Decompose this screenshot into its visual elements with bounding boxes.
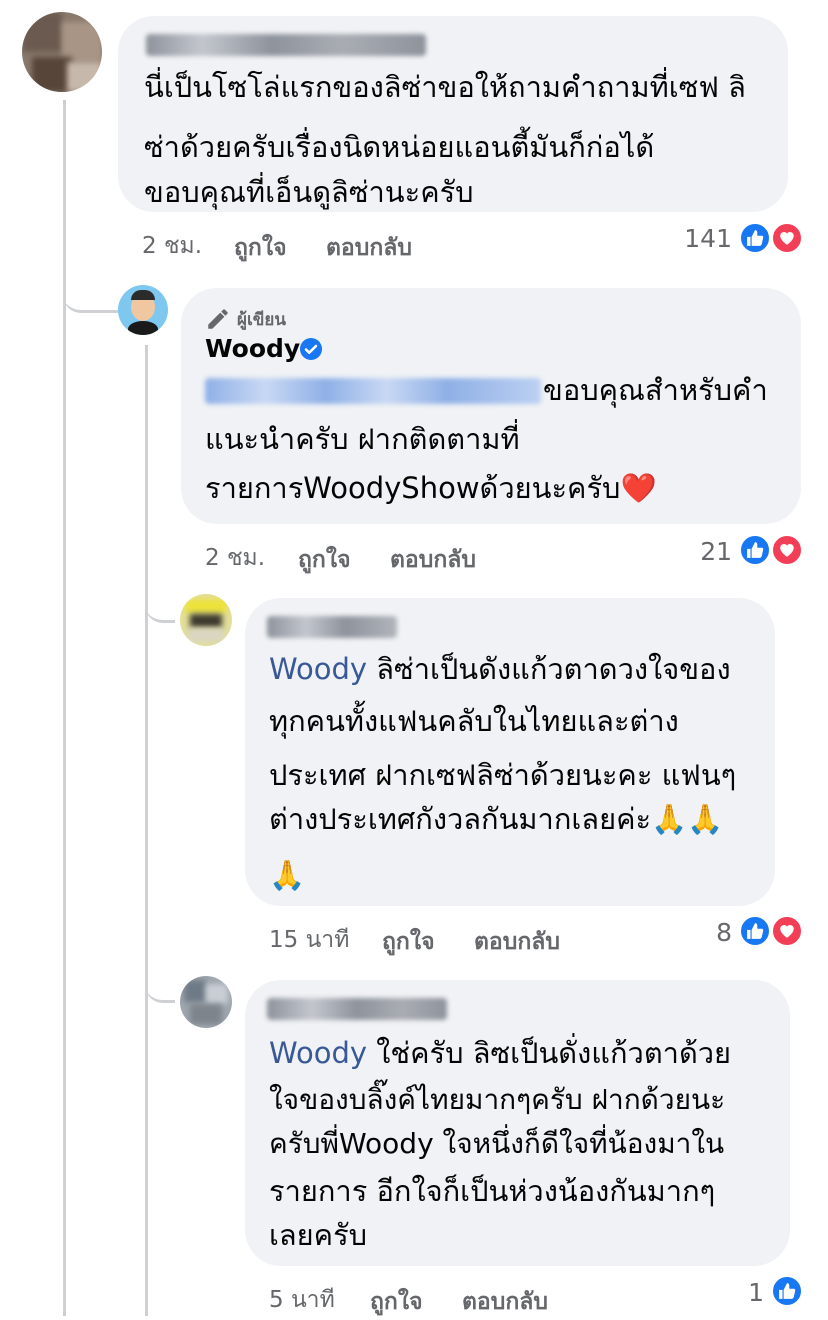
comment-text-line: ขอบคุณสำหรับคำ <box>543 373 768 407</box>
comment-bubble: Woody ใช่ครับ ลิซเป็นดั่งแก้วตาด้วย ใจขอ… <box>245 980 790 1266</box>
comment-bubble: Woody ลิซ่าเป็นดังแก้วตาดวงใจของ ทุกคนทั… <box>245 598 775 906</box>
thread-connector-reply-1 <box>145 575 175 623</box>
thread-line-main-2 <box>63 290 66 1316</box>
like-button[interactable]: ถูกใจ <box>298 542 351 578</box>
reaction-count[interactable]: 141 <box>660 224 732 253</box>
mention-link[interactable]: Woody <box>269 1036 367 1070</box>
love-icon[interactable] <box>770 221 804 255</box>
comment-text-line: ครับพี่Woody ใจหนึ่งก็ดีใจที่น้องมาใน <box>269 1127 725 1160</box>
like-icon[interactable] <box>738 221 772 255</box>
comment-text-line: ต่างประเทศกังวลกันมากเลยค่ะ🙏🙏 <box>269 802 724 836</box>
reply-button[interactable]: ตอบกลับ <box>390 542 476 578</box>
avatar[interactable] <box>180 976 232 1028</box>
comment-text-line: แนะนำครับ ฝากติดตามที่ <box>205 422 520 456</box>
avatar[interactable] <box>180 594 232 646</box>
like-icon[interactable] <box>738 533 772 567</box>
comment-bubble: นี่เป็นโซโล่แรกของลิซ่าขอให้ถามคำถามที่เ… <box>118 16 788 212</box>
reply-button[interactable]: ตอบกลับ <box>462 1284 548 1320</box>
mention-link[interactable]: Woody <box>269 652 367 686</box>
reply-button[interactable]: ตอบกลับ <box>474 924 560 960</box>
comment-bubble: ผู้เขียน Woody ขอบคุณสำหรับคำ แนะนำครับ … <box>181 288 801 524</box>
comment-text-line: รายการWoodyShowด้วยนะครับ❤️ <box>205 471 657 505</box>
love-icon[interactable] <box>770 914 804 948</box>
reaction-count[interactable]: 8 <box>700 918 732 947</box>
thread-connector-reply-2 <box>145 955 175 1003</box>
mention-name-blurred[interactable] <box>205 378 541 404</box>
comment-time[interactable]: 2 ชม. <box>205 540 265 576</box>
comment-time[interactable]: 2 ชม. <box>142 228 202 264</box>
comment-text-line: เลยครับ <box>269 1218 368 1252</box>
pen-icon <box>205 306 231 332</box>
comment-time[interactable]: 5 นาที <box>269 1282 335 1318</box>
author-name[interactable]: Woody <box>205 334 300 363</box>
love-icon[interactable] <box>770 533 804 567</box>
reply-button[interactable]: ตอบกลับ <box>326 230 412 266</box>
comment-text-line: Woody ลิซ่าเป็นดังแก้วตาดวงใจของ <box>269 652 731 686</box>
comment-time[interactable]: 15 นาที <box>269 922 349 958</box>
like-icon[interactable] <box>770 1274 804 1308</box>
like-icon[interactable] <box>738 914 772 948</box>
like-button[interactable]: ถูกใจ <box>382 924 435 960</box>
like-button[interactable]: ถูกใจ <box>370 1284 423 1320</box>
comment-text-line: ขอบคุณที่เอ็นดูลิซ่านะครับ <box>144 175 474 209</box>
author-name-blurred[interactable] <box>267 616 397 638</box>
avatar[interactable] <box>118 285 168 335</box>
reaction-count[interactable]: 1 <box>740 1278 764 1307</box>
comment-text-line: นี่เป็นโซโล่แรกของลิซ่าขอให้ถามคำถามที่เ… <box>144 70 746 104</box>
comment-text-line: ทุกคนทั้งแฟนคลับในไทยและต่าง <box>269 704 679 738</box>
author-name-blurred[interactable] <box>146 34 426 56</box>
author-badge: ผู้เขียน <box>237 310 286 330</box>
reaction-count[interactable]: 21 <box>680 537 732 566</box>
thread-connector <box>63 260 118 313</box>
comment-text-line: 🙏 <box>269 858 306 892</box>
thread-line-replies <box>145 345 148 1316</box>
avatar[interactable] <box>22 12 102 92</box>
like-button[interactable]: ถูกใจ <box>234 230 287 266</box>
verified-badge-icon <box>299 337 323 361</box>
author-name-blurred[interactable] <box>267 998 447 1020</box>
